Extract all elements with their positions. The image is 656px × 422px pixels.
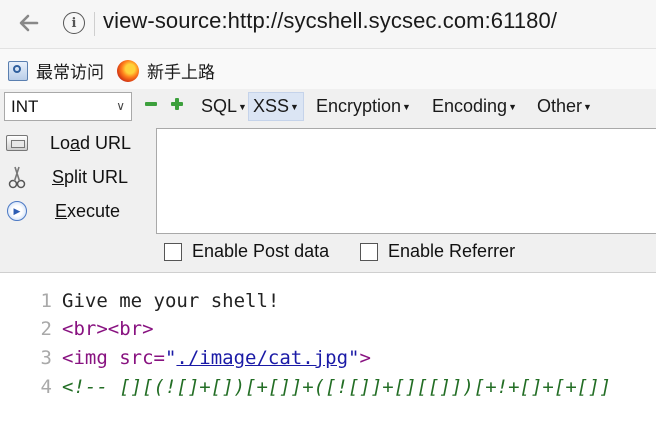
source-quote: " [348, 347, 360, 369]
bookmark-label: 新手上路 [147, 63, 215, 82]
source-line: 3 <img src="./image/cat.jpg"> [0, 344, 371, 372]
dropdown-arrow-icon: ▼ [402, 101, 411, 112]
bookmarks-toolbar: 最常访问 新手上路 [0, 49, 656, 89]
load-url-label: Load URL [50, 132, 132, 153]
referrer-checkbox[interactable] [360, 242, 378, 261]
menu-label: XSS [253, 96, 290, 116]
load-url-icon [4, 130, 30, 156]
source-tag: <img [62, 347, 108, 369]
address-bar-row: i view-source:http://sycshell.sycsec.com… [0, 0, 656, 49]
menu-label: Encryption [316, 96, 402, 116]
site-info-icon[interactable]: i [63, 12, 85, 34]
menu-encoding[interactable]: Encoding▼ [428, 92, 521, 121]
type-select[interactable]: INT ∨ [4, 92, 132, 121]
scissors-icon [4, 164, 30, 190]
source-comment: <!-- [][(![]+[])[+[]]+([![]]+[][[]])[+!+… [62, 376, 612, 398]
image-src-link[interactable]: ./image/cat.jpg [176, 347, 348, 369]
source-line: 2 <br><br> [0, 315, 154, 343]
split-url-button[interactable]: Split URL [4, 163, 128, 191]
source-tag: <br> [62, 318, 108, 340]
source-quote: " [164, 347, 177, 369]
split-url-label: Split URL [52, 166, 129, 187]
dropdown-arrow-icon: ▼ [583, 101, 592, 112]
dropdown-arrow-icon: ▼ [290, 101, 299, 112]
chevron-down-icon: ∨ [116, 99, 125, 113]
hackbar-toolbar: INT ∨ SQL▼ XSS▼ Encryption▼ Encoding▼ Ot… [0, 89, 656, 125]
checkbox-label: Enable Referrer [388, 241, 516, 261]
bookmark-most-visited[interactable]: 最常访问 [8, 58, 104, 83]
increase-icon[interactable] [170, 97, 184, 111]
line-number: 3 [40, 347, 52, 369]
source-line: 4 <!-- [][(![]+[])[+[]]+([![]]+[][[]])[+!… [0, 373, 612, 401]
address-separator [94, 12, 95, 36]
firefox-icon [117, 59, 139, 82]
type-select-value: INT [11, 97, 39, 116]
menu-sql[interactable]: SQL▼ [197, 92, 251, 121]
enable-post-data-option[interactable]: Enable Post data [164, 241, 329, 262]
menu-xss[interactable]: XSS▼ [248, 92, 304, 121]
post-data-checkbox[interactable] [164, 242, 182, 261]
menu-other[interactable]: Other▼ [533, 92, 596, 121]
most-visited-icon [8, 60, 28, 81]
execute-label: Execute [55, 200, 121, 221]
view-source-content: 1 Give me your shell! 2 <br><br> 3 <img src… [0, 273, 656, 422]
menu-label: SQL [201, 96, 238, 116]
back-button[interactable] [10, 6, 48, 40]
load-url-button[interactable]: Load URL [4, 129, 131, 157]
menu-label: Other [537, 96, 583, 116]
menu-encryption[interactable]: Encryption▼ [312, 92, 415, 121]
bookmark-label: 最常访问 [36, 63, 104, 82]
execute-button[interactable]: ▶ Execute [4, 197, 120, 225]
source-line: 1 Give me your shell! [0, 287, 280, 315]
execute-icon: ▶ [4, 198, 30, 224]
line-number: 1 [40, 290, 52, 312]
source-tag: > [359, 347, 371, 369]
url-textarea[interactable] [156, 128, 656, 234]
back-arrow-icon [19, 14, 39, 32]
bookmark-getting-started[interactable]: 新手上路 [117, 58, 215, 83]
decrease-icon[interactable] [144, 97, 158, 111]
hackbar-panel: Load URL Split URL ▶ Execute Enable Post… [0, 125, 656, 273]
line-number: 2 [40, 318, 52, 340]
source-attr: src= [107, 347, 165, 369]
checkbox-label: Enable Post data [192, 241, 330, 261]
source-tag: <br> [107, 318, 154, 340]
dropdown-arrow-icon: ▼ [508, 101, 517, 112]
source-text: Give me your shell! [62, 290, 280, 312]
line-number: 4 [40, 376, 52, 398]
menu-label: Encoding [432, 96, 508, 116]
address-input[interactable]: view-source:http://sycshell.sycsec.com:6… [103, 8, 557, 34]
dropdown-arrow-icon: ▼ [238, 101, 247, 112]
enable-referrer-option[interactable]: Enable Referrer [360, 241, 515, 262]
